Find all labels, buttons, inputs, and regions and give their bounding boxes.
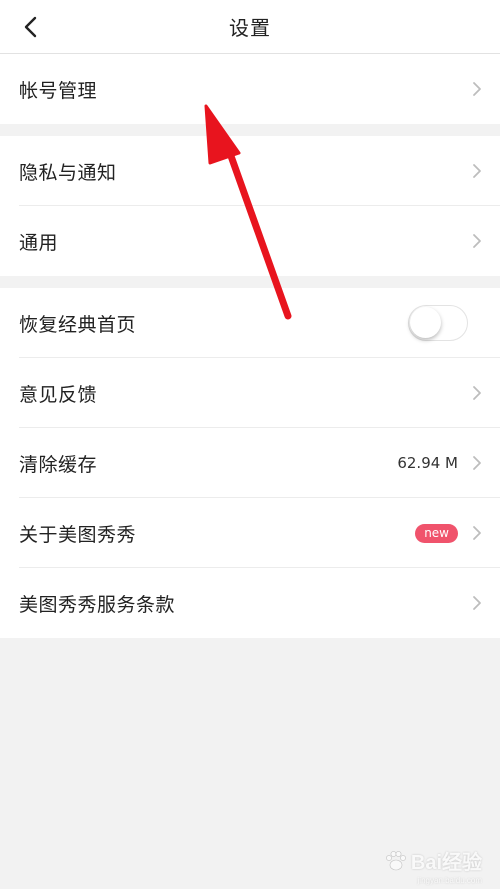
chevron-right-icon [470, 80, 484, 98]
chevron-right-icon [470, 594, 484, 612]
settings-row-terms[interactable]: 美图秀秀服务条款 [0, 568, 500, 638]
baidu-watermark: Bai经验 jingyan.baidu.com [383, 846, 482, 885]
new-badge: new [415, 523, 458, 543]
settings-group-privacy: 隐私与通知 通用 [0, 136, 500, 276]
row-label: 美图秀秀服务条款 [19, 593, 176, 616]
row-label: 关于美图秀秀 [19, 523, 137, 546]
chevron-right-icon [470, 454, 484, 472]
chevron-right-icon [470, 162, 484, 180]
chevron-right-icon [470, 232, 484, 250]
chevron-left-icon [24, 16, 37, 38]
back-button[interactable] [14, 10, 48, 44]
settings-row-clear-cache[interactable]: 清除缓存 62.94 M [0, 428, 500, 498]
row-label: 清除缓存 [19, 453, 98, 476]
row-label: 恢复经典首页 [19, 313, 137, 336]
settings-row-privacy-notifications[interactable]: 隐私与通知 [0, 136, 500, 206]
row-label: 隐私与通知 [19, 161, 117, 184]
paw-logo-icon [385, 850, 406, 870]
watermark-text: Bai经验 [410, 852, 482, 874]
settings-row-feedback[interactable]: 意见反馈 [0, 358, 500, 428]
page-title: 设置 [229, 16, 271, 40]
row-label: 帐号管理 [19, 79, 98, 102]
watermark-url: jingyan.baidu.com [417, 876, 482, 885]
chevron-right-icon [470, 384, 484, 402]
restore-classic-home-toggle[interactable] [408, 305, 468, 341]
settings-row-restore-classic-home: 恢复经典首页 [0, 288, 500, 358]
nav-bar: 设置 [0, 0, 500, 54]
settings-row-general[interactable]: 通用 [0, 206, 500, 276]
settings-group-misc: 恢复经典首页 意见反馈 清除缓存 62.94 M 关于美图秀秀 new 美图秀秀… [0, 288, 500, 638]
cache-size-value: 62.94 M [397, 454, 458, 472]
row-label: 意见反馈 [19, 383, 98, 406]
settings-row-account-management[interactable]: 帐号管理 [0, 54, 500, 124]
settings-group-account: 帐号管理 [0, 54, 500, 124]
row-label: 通用 [19, 231, 59, 254]
section-divider [0, 276, 500, 288]
section-divider [0, 124, 500, 136]
toggle-knob [410, 307, 441, 338]
chevron-right-icon [470, 524, 484, 542]
settings-row-about[interactable]: 关于美图秀秀 new [0, 498, 500, 568]
